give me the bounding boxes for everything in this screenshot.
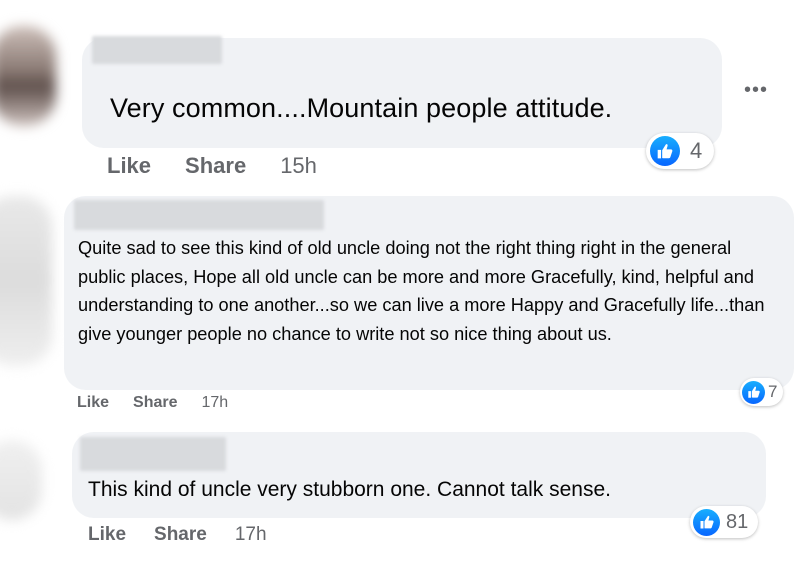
share-button[interactable]: Share [133, 394, 177, 412]
share-button[interactable]: Share [154, 524, 207, 546]
reaction-count[interactable]: 4 [646, 133, 715, 169]
reaction-count-value: 7 [768, 382, 778, 401]
comment-actions: Like Share 17h [88, 524, 267, 546]
comment-text: Quite sad to see this kind of old uncle … [78, 238, 765, 344]
like-button[interactable]: Like [88, 524, 126, 546]
like-thumbs-up-icon [742, 380, 765, 404]
redacted-author-name[interactable] [92, 36, 222, 64]
timestamp[interactable]: 17h [235, 524, 267, 546]
reaction-count-value: 81 [726, 510, 749, 533]
timestamp[interactable]: 17h [201, 394, 228, 412]
redacted-author-name[interactable] [74, 200, 324, 230]
like-thumbs-up-icon [693, 508, 720, 536]
reaction-count[interactable]: 7 [740, 378, 784, 406]
comment-actions: Like Share 17h [77, 394, 228, 412]
reaction-count-value: 4 [690, 138, 703, 163]
avatar[interactable] [0, 196, 52, 366]
comment-text: Very common....Mountain people attitude. [110, 93, 613, 123]
avatar[interactable] [0, 26, 56, 126]
comment-text: This kind of uncle very stubborn one. Ca… [88, 478, 611, 501]
avatar[interactable] [0, 440, 42, 520]
more-options-icon[interactable]: ••• [744, 80, 768, 100]
like-button[interactable]: Like [77, 394, 109, 412]
share-button[interactable]: Share [185, 153, 246, 179]
timestamp[interactable]: 15h [280, 153, 317, 179]
like-button[interactable]: Like [107, 153, 151, 179]
reaction-count[interactable]: 81 [690, 506, 759, 538]
comment-actions: Like Share 15h [107, 153, 317, 179]
redacted-author-name[interactable] [80, 437, 226, 471]
like-thumbs-up-icon [650, 136, 680, 166]
